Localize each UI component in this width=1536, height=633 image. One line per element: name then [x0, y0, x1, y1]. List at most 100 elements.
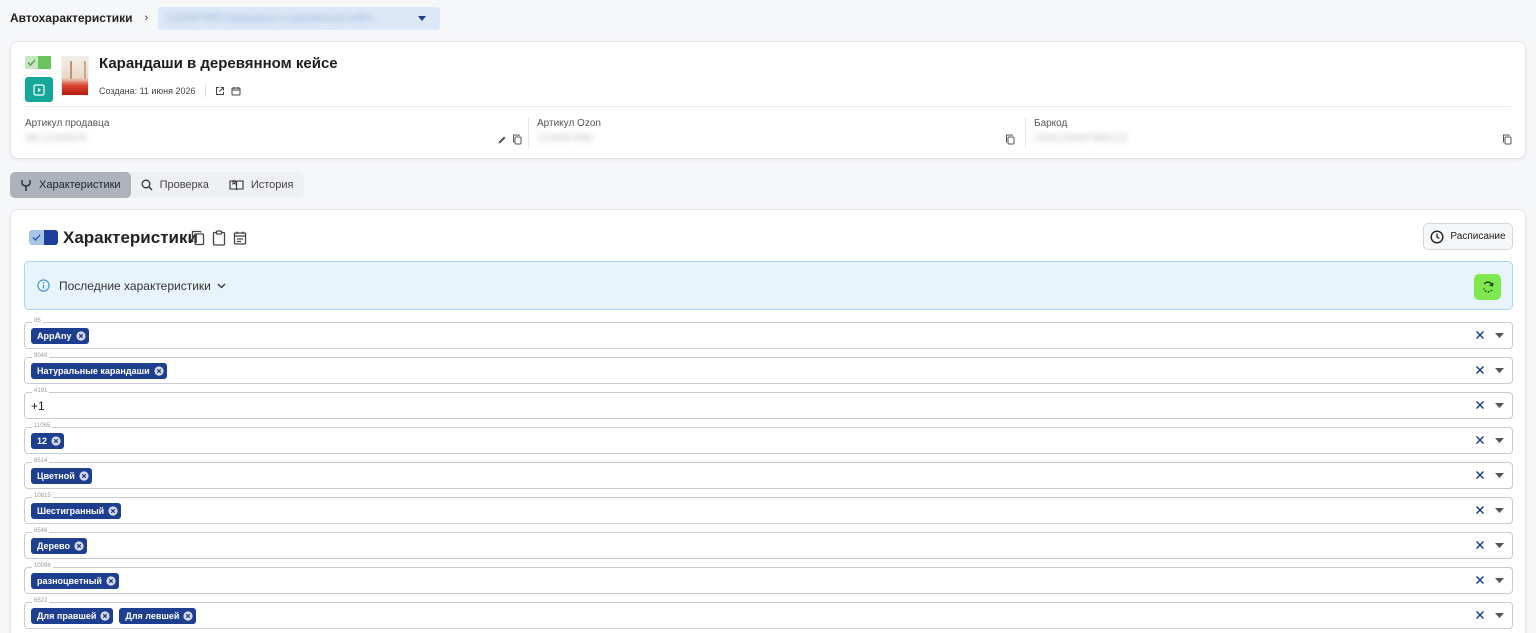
chip-label: 12: [37, 436, 48, 446]
chip-remove-icon[interactable]: [100, 611, 111, 621]
clear-icon[interactable]: [1475, 365, 1485, 375]
refresh-icon: [1482, 281, 1493, 293]
clear-icon[interactable]: [1475, 435, 1485, 445]
run-button[interactable]: [25, 77, 53, 102]
chip-label: разноцветный: [37, 576, 102, 586]
field-id: 11065: [32, 422, 53, 430]
chip-remove-icon[interactable]: [74, 541, 84, 551]
caret-down-icon[interactable]: [415, 11, 429, 25]
characteristic-select[interactable]: 6514 Цветной: [24, 457, 1513, 489]
latest-characteristics-label: Последние характеристики: [59, 278, 211, 293]
clear-icon[interactable]: [1475, 470, 1485, 480]
characteristic-select[interactable]: 10815 Шестигранный: [24, 492, 1513, 524]
clear-icon[interactable]: [1475, 505, 1485, 515]
caret-down-icon[interactable]: [1495, 367, 1504, 373]
chip-remove-icon[interactable]: [75, 331, 86, 341]
chip-label: AppAny: [37, 331, 72, 341]
caret-down-icon[interactable]: [1495, 612, 1504, 618]
seller-sku-field: Артикул продавца AB-12345678: [25, 118, 522, 148]
characteristics-actions: [191, 230, 247, 251]
product-meta: Создана: 11 июня 2026: [99, 85, 247, 97]
chip-label: Натуральные карандаши: [37, 366, 150, 376]
clear-icon[interactable]: [1475, 610, 1485, 620]
field-id: 10096: [32, 562, 53, 570]
edit-icon[interactable]: [497, 132, 507, 150]
clear-icon[interactable]: [1475, 540, 1485, 550]
tab-history[interactable]: История: [219, 172, 304, 198]
external-link-icon[interactable]: [215, 86, 225, 96]
field-id: 6514: [32, 457, 50, 465]
refresh-button[interactable]: [1474, 274, 1501, 300]
tab-characteristics[interactable]: Характеристики: [10, 172, 131, 198]
calendar-icon[interactable]: [231, 86, 241, 96]
caret-down-icon[interactable]: [1495, 437, 1504, 443]
tab-bar: Характеристики Проверка История: [10, 172, 304, 198]
clear-icon[interactable]: [1475, 400, 1485, 410]
check-icon: [25, 56, 38, 69]
characteristics-card: Характеристики Расписание Последние хара…: [10, 209, 1526, 633]
caret-down-icon[interactable]: [1495, 332, 1504, 338]
field-id: 6548: [32, 527, 50, 535]
clock-icon: [1430, 229, 1444, 244]
latest-characteristics-panel[interactable]: Последние характеристики: [24, 261, 1513, 310]
copy-icon[interactable]: [512, 132, 522, 150]
chevron-down-icon[interactable]: [217, 283, 226, 289]
breadcrumb-separator: ›: [144, 12, 149, 24]
clipboard-icon[interactable]: [212, 230, 226, 251]
field-id: 4191: [32, 387, 50, 395]
characteristic-select[interactable]: 10096 разноцветный: [24, 562, 1513, 594]
characteristic-select[interactable]: 4191 +1: [24, 387, 1513, 419]
calendar-icon[interactable]: [233, 230, 247, 251]
clear-icon[interactable]: [1475, 575, 1485, 585]
field-id: 6522: [32, 597, 50, 605]
characteristic-select[interactable]: 85 AppAny: [24, 317, 1513, 349]
chip-remove-icon[interactable]: [106, 576, 116, 586]
value-chip: Для левшей: [119, 608, 197, 624]
product-select-value: 1234567890 Карандаши в деревянном кейсе: [166, 12, 375, 24]
chip-label: Цветной: [37, 471, 75, 481]
chip-label: Дерево: [37, 541, 70, 551]
breadcrumb-root[interactable]: Автохарактеристики: [10, 11, 133, 25]
schedule-button[interactable]: Расписание: [1423, 223, 1513, 250]
product-thumbnail: [61, 56, 89, 96]
characteristic-select[interactable]: 11065 12: [24, 422, 1513, 454]
value-chip: Цветной: [31, 468, 92, 484]
product-card: Карандаши в деревянном кейсе Создана: 11…: [10, 41, 1526, 159]
caret-down-icon[interactable]: [1495, 507, 1504, 513]
barcode-field: Баркод OZN1234567890123: [1034, 118, 1512, 148]
characteristic-select[interactable]: 6522 Для правшей Для левшей: [24, 597, 1513, 629]
tab-check[interactable]: Проверка: [131, 172, 219, 198]
caret-down-icon[interactable]: [1495, 472, 1504, 478]
caret-down-icon[interactable]: [1495, 577, 1504, 583]
created-date: Создана: 11 июня 2026: [99, 86, 196, 96]
caret-down-icon[interactable]: [1495, 542, 1504, 548]
chip-remove-icon[interactable]: [108, 506, 118, 516]
value-chip: Дерево: [31, 538, 87, 554]
copy-icon[interactable]: [191, 230, 205, 251]
chip-remove-icon[interactable]: [51, 436, 61, 446]
chip-remove-icon[interactable]: [183, 611, 194, 621]
product-select[interactable]: 1234567890 Карандаши в деревянном кейсе: [158, 6, 441, 30]
caret-down-icon[interactable]: [1495, 402, 1504, 408]
copy-icon[interactable]: [1005, 132, 1015, 150]
value-chip: 12: [31, 433, 65, 449]
play-square-icon: [33, 83, 45, 96]
chip-remove-icon[interactable]: [154, 366, 164, 376]
characteristic-select[interactable]: 9048 Натуральные карандаши: [24, 352, 1513, 384]
value-chip: Натуральные карандаши: [31, 363, 167, 379]
characteristics-title: Характеристики: [63, 228, 198, 247]
chip-remove-icon[interactable]: [79, 471, 89, 481]
product-title: Карандаши в деревянном кейсе: [99, 55, 338, 72]
value-chip: Шестигранный: [31, 503, 122, 519]
copy-icon[interactable]: [1502, 132, 1512, 150]
breadcrumb: Автохарактеристики › 1234567890 Карандаш…: [0, 0, 1536, 36]
plain-value: +1: [31, 399, 45, 413]
chip-label: Для правшей: [37, 611, 97, 621]
book-icon: [229, 179, 244, 191]
ozon-sku-field: Артикул Ozon 1234567890: [537, 118, 1015, 148]
characteristic-select[interactable]: 6548 Дерево: [24, 527, 1513, 559]
clear-icon[interactable]: [1475, 330, 1485, 340]
product-toggle[interactable]: [25, 56, 51, 69]
characteristics-toggle[interactable]: [29, 230, 58, 245]
field-id: 10815: [32, 492, 53, 500]
